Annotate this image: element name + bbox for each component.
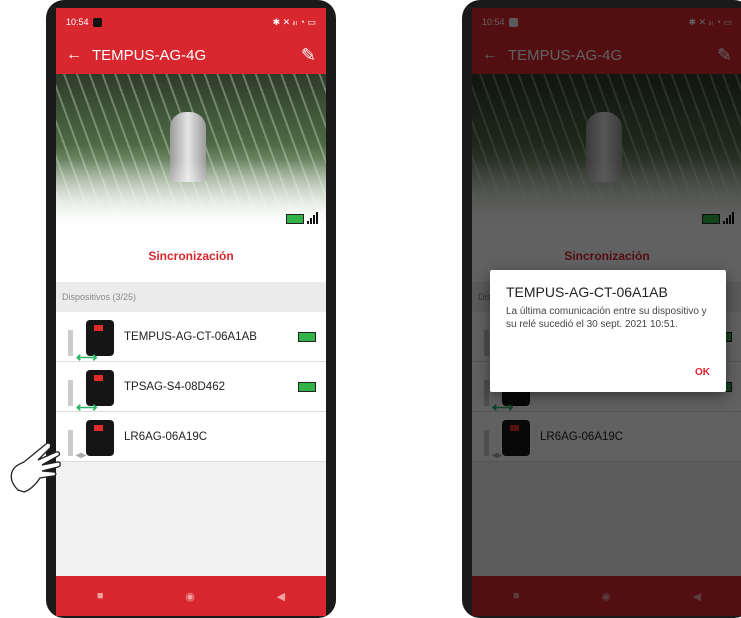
- device-image: ⟷: [56, 362, 124, 416]
- notification-icon: [92, 17, 102, 27]
- tap-hand-icon: [10, 442, 61, 493]
- clock: 10:54: [66, 17, 89, 27]
- sync-arrows-icon: ◂▸: [76, 449, 87, 461]
- status-icons: ✱ ✕ ᵢₗₗ ◔ ▭: [272, 16, 316, 27]
- device-name: LR6AG-06A19C: [124, 430, 208, 443]
- signal-bars-icon: [307, 212, 318, 224]
- system-nav-bar: ■ ◉ ◀: [56, 576, 326, 616]
- battery-icon: [298, 331, 316, 342]
- last-communication-dialog: TEMPUS-AG-CT-06A1AB La última comunicaci…: [490, 270, 726, 392]
- device-row[interactable]: ⟷ TPSAG-S4-08D462: [56, 362, 326, 416]
- edit-pencil-icon[interactable]: ✎: [301, 45, 316, 66]
- device-image: ⟷: [56, 312, 124, 366]
- phone-right: 10:54 ✱ ✕ ᵢₗₗ ◔ ▭ ← TEMPUS-AG-4G ✎ Sincr…: [462, 0, 741, 618]
- device-name: TEMPUS-AG-CT-06A1AB: [124, 330, 257, 343]
- device-image: ◂▸: [56, 412, 124, 462]
- recents-icon[interactable]: ■: [97, 590, 104, 602]
- devices-section-header: Dispositivos (3/25): [56, 282, 326, 312]
- hero-image: [56, 74, 326, 230]
- device-row[interactable]: ◂▸ LR6AG-06A19C: [56, 412, 326, 462]
- battery-icon: [286, 214, 304, 224]
- status-bar: 10:54 ✱ ✕ ᵢₗₗ ◔ ▭: [56, 8, 326, 36]
- home-icon[interactable]: ◉: [185, 590, 195, 603]
- device-row[interactable]: ⟷ TEMPUS-AG-CT-06A1AB: [56, 312, 326, 366]
- back-icon[interactable]: ◀: [277, 590, 285, 603]
- phone-left: 10:54 ✱ ✕ ᵢₗₗ ◔ ▭ ← TEMPUS-AG-4G ✎ Sincr…: [46, 0, 336, 618]
- screen-right: 10:54 ✱ ✕ ᵢₗₗ ◔ ▭ ← TEMPUS-AG-4G ✎ Sincr…: [472, 8, 741, 616]
- status-indicators: [286, 212, 318, 224]
- dialog-ok-button[interactable]: OK: [695, 367, 710, 378]
- page-title: TEMPUS-AG-4G: [92, 46, 207, 64]
- battery-icon: [298, 381, 316, 392]
- dialog-message: La última comunicación entre su disposit…: [506, 306, 707, 330]
- app-bar: ← TEMPUS-AG-4G ✎: [56, 36, 326, 74]
- screen-left: 10:54 ✱ ✕ ᵢₗₗ ◔ ▭ ← TEMPUS-AG-4G ✎ Sincr…: [56, 8, 326, 616]
- device-name: TPSAG-S4-08D462: [124, 380, 225, 393]
- back-arrow-icon[interactable]: ←: [66, 46, 92, 64]
- sync-button[interactable]: Sincronización: [56, 230, 326, 282]
- dialog-title: TEMPUS-AG-CT-06A1AB: [506, 284, 668, 300]
